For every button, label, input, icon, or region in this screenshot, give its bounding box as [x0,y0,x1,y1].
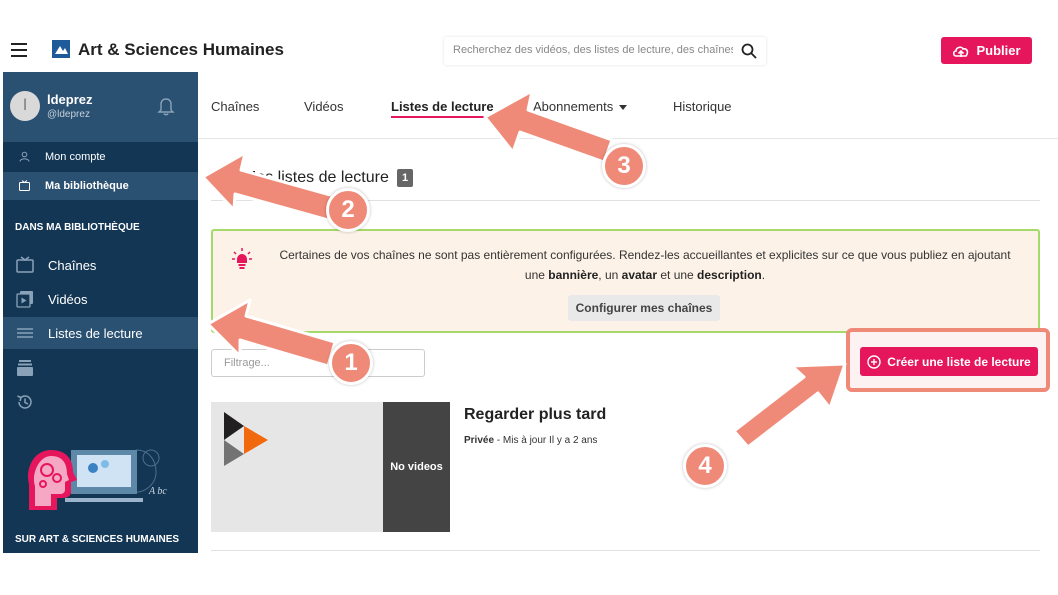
configuration-alert: Certaines de vos chaînes ne sont pas ent… [211,229,1040,333]
hamburger-menu-icon[interactable] [11,43,27,57]
create-playlist-label: Créer une liste de lecture [887,354,1031,369]
video-icon [16,291,33,308]
sidebar-section-title: DANS MA BIBLIOTHÈQUE [15,222,140,233]
search-icon[interactable] [740,42,758,60]
playlist-title[interactable]: Regarder plus tard [464,406,606,424]
publish-button[interactable]: Publier [941,37,1032,64]
filter-input[interactable]: Filtrage... [211,349,425,377]
user-block: l ldeprez @ldeprez [3,72,198,142]
sidebar-item-label: Vidéos [48,292,88,307]
subscriptions-icon[interactable] [16,359,34,377]
bell-icon[interactable] [157,96,175,116]
list-icon [17,328,33,338]
publish-label: Publier [976,43,1021,58]
sidebar-item-videos[interactable]: Vidéos [3,283,198,315]
peertube-logo-icon [224,412,268,466]
user-handle: @ldeprez [47,109,90,120]
history-icon[interactable] [16,393,34,411]
alert-bold-avatar: avatar [621,268,658,282]
top-header: Art & Sciences Humaines Recherchez des v… [0,0,1058,72]
step-marker-2: 2 [326,188,370,232]
tabs-divider [198,138,1058,139]
sidebar-item-library[interactable]: Ma bibliothèque [3,172,198,200]
sidebar-item-label: Listes de lecture [48,326,143,341]
filter-placeholder: Filtrage... [224,357,270,369]
playlist-video-count[interactable]: No videos [383,402,450,532]
alert-message: Certaines de vos chaînes ne sont pas ent… [275,245,1015,285]
sidebar-item-playlists[interactable]: Listes de lecture [3,317,198,349]
tab-history[interactable]: Historique [673,99,732,114]
logo-icon[interactable] [52,40,70,58]
create-playlist-button[interactable]: Créer une liste de lecture [860,347,1038,376]
bottom-divider [211,550,1040,551]
configure-channels-button[interactable]: Configurer mes chaînes [568,295,720,321]
step-marker-3: 3 [602,144,646,188]
playlist-privacy: Privée [464,435,495,446]
tab-playlists[interactable]: Listes de lecture [391,99,494,114]
playlist-meta: Privée - Mis à jour Il y a 2 ans [464,435,597,446]
avatar[interactable]: l [10,91,40,121]
tab-label: Abonnements [533,99,614,114]
sidebar-item-channels[interactable]: Chaînes [3,249,198,281]
user-name: ldeprez [47,92,93,107]
tab-subscriptions[interactable]: Abonnements [533,99,627,114]
sidebar-footer-section-title: SUR ART & SCIENCES HUMAINES [15,534,180,545]
tv-icon [16,256,34,273]
alert-text-part: . [761,268,766,282]
sidebar-item-label: Chaînes [48,258,97,273]
alert-text-part: et une [657,268,698,282]
alert-text-part: , un [598,268,622,282]
cloud-upload-icon [953,45,969,57]
playlist-updated: - Mis à jour Il y a 2 ans [494,435,598,446]
alert-bold-description: description [697,268,762,282]
tab-channels[interactable]: Chaînes [211,99,259,114]
caret-down-icon [618,105,627,111]
page-title: Mes listes de lecture [243,169,389,186]
playlist-count-badge: 1 [397,169,413,187]
user-icon [19,151,30,162]
sidebar-item-label: Ma bibliothèque [45,180,129,192]
active-tab-indicator [391,116,486,118]
tab-videos[interactable]: Vidéos [304,99,344,114]
alert-bold-banner: bannière [548,268,599,282]
library-icon [19,180,30,191]
sidebar-item-account[interactable]: Mon compte [3,143,198,171]
brand-name[interactable]: Art & Sciences Humaines [78,40,284,60]
sidebar: l ldeprez @ldeprez Mon compte Ma bibliot… [3,72,198,553]
step-marker-4: 4 [683,444,727,488]
svg-text:A bc: A bc [148,486,167,497]
step-marker-1: 1 [329,341,373,385]
lightbulb-icon [232,248,252,269]
playlist-thumbnail[interactable] [211,402,383,532]
search-bar[interactable]: Recherchez des vidéos, des listes de lec… [444,37,766,65]
plus-circle-icon [867,354,881,369]
search-input[interactable]: Recherchez des vidéos, des listes de lec… [453,44,733,56]
brain-computer-illustration-icon: A bc [27,449,167,510]
sidebar-item-label: Mon compte [45,151,106,163]
